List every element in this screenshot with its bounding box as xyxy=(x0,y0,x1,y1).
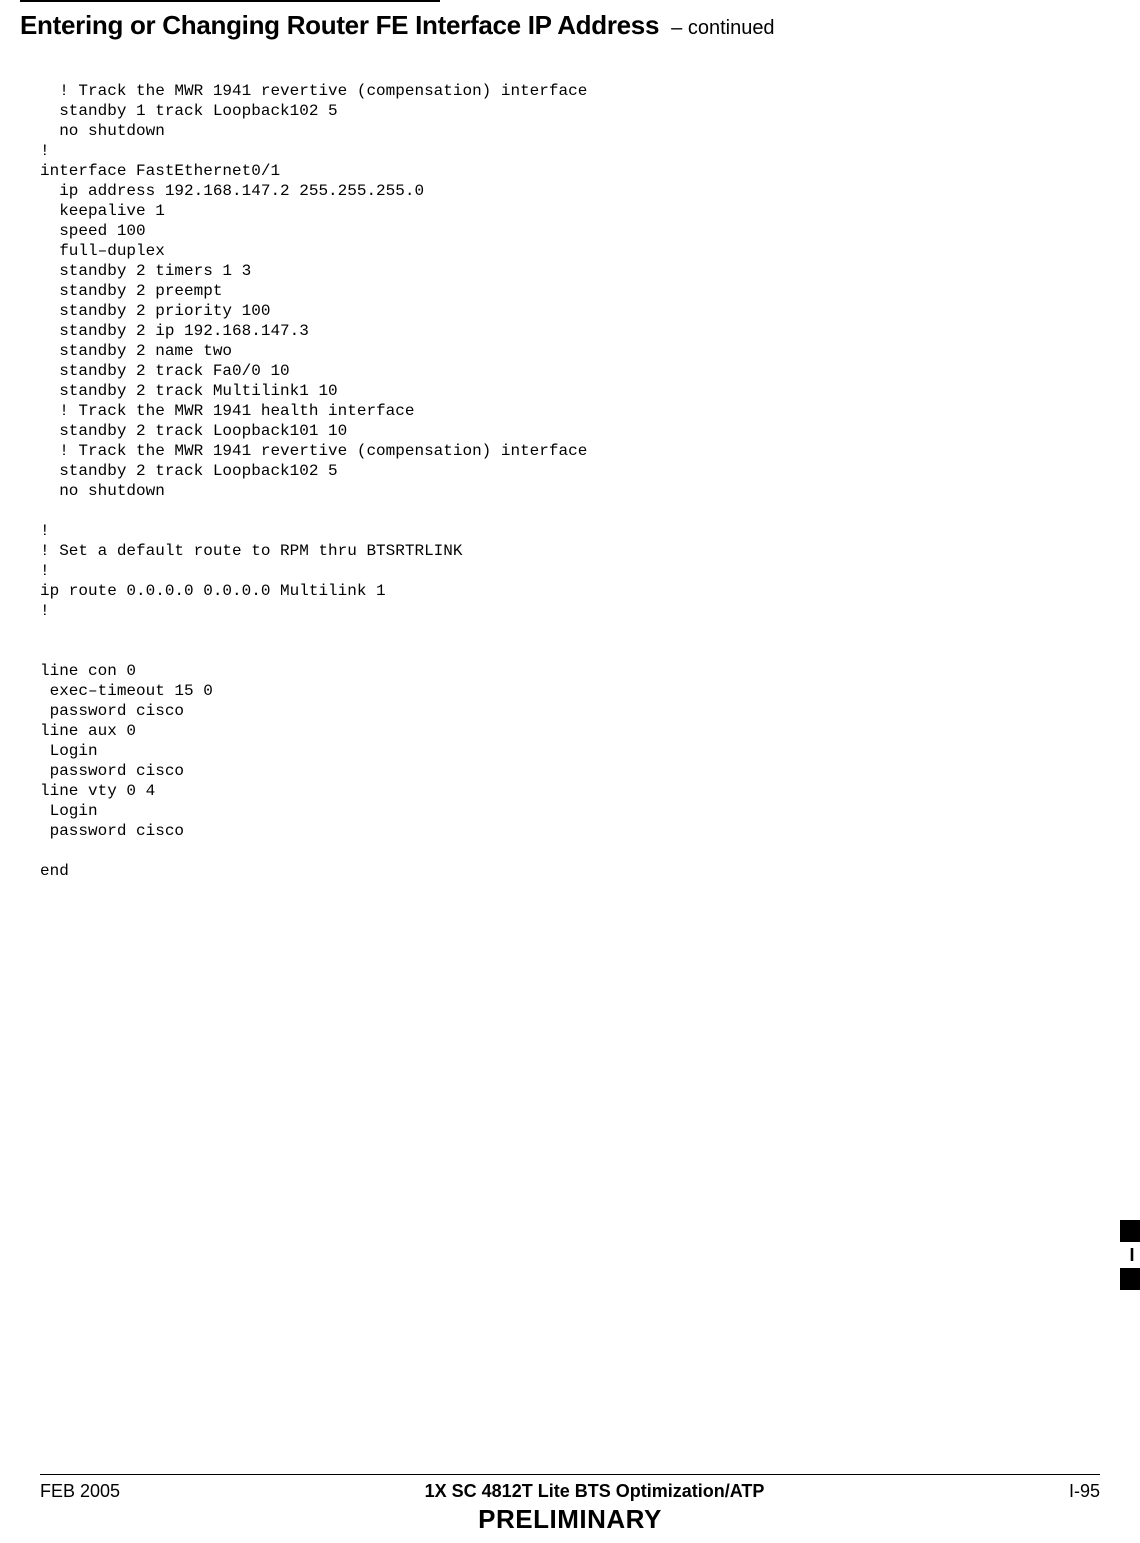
page-title-continued: – continued xyxy=(671,17,774,40)
page-title: Entering or Changing Router FE Interface… xyxy=(20,10,659,41)
side-tab-top-block xyxy=(1120,1220,1140,1242)
page-title-row: Entering or Changing Router FE Interface… xyxy=(20,10,1100,41)
footer-date: FEB 2005 xyxy=(40,1481,120,1502)
footer-doc-title: 1X SC 4812T Lite BTS Optimization/ATP xyxy=(120,1481,1069,1502)
side-tab-bottom-block xyxy=(1120,1268,1140,1290)
footer-rule xyxy=(40,1474,1100,1475)
footer-page-number: I-95 xyxy=(1069,1481,1100,1502)
footer-preliminary: PRELIMINARY xyxy=(40,1504,1100,1535)
header-rule xyxy=(20,0,440,2)
page-footer: FEB 2005 1X SC 4812T Lite BTS Optimizati… xyxy=(40,1474,1100,1535)
footer-row: FEB 2005 1X SC 4812T Lite BTS Optimizati… xyxy=(40,1481,1100,1502)
config-code-block: ! Track the MWR 1941 revertive (compensa… xyxy=(40,81,1100,881)
side-tab-label: I xyxy=(1129,1245,1134,1265)
document-page: Entering or Changing Router FE Interface… xyxy=(0,0,1140,1543)
section-side-tab: I xyxy=(1120,1220,1140,1290)
